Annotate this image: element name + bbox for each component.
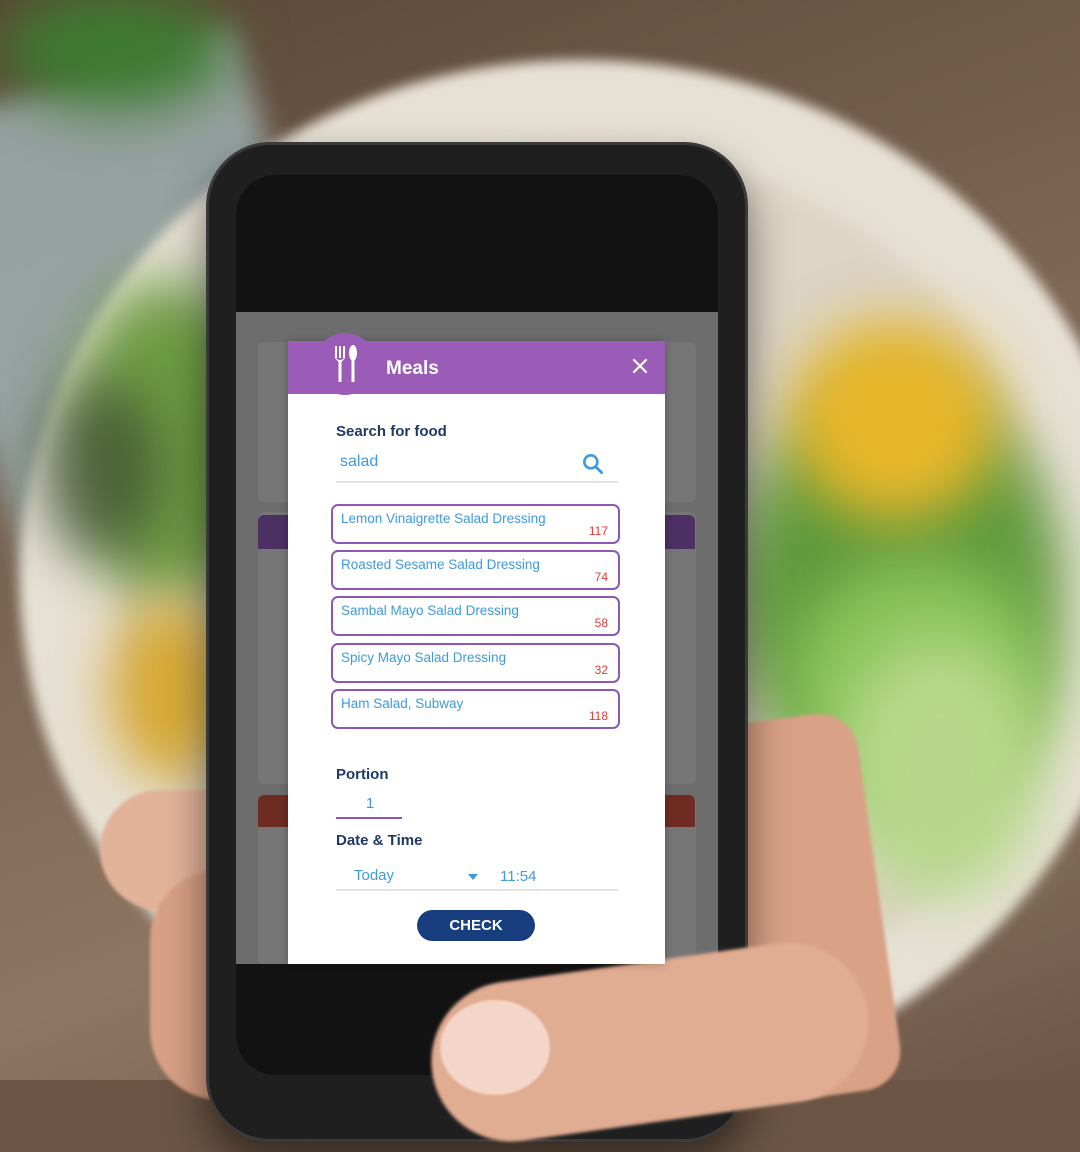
search-input[interactable] — [336, 449, 584, 475]
food-calories: 32 — [594, 663, 608, 677]
food-name: Roasted Sesame Salad Dressing — [341, 557, 540, 572]
background-card-header — [664, 515, 695, 549]
search-underline — [336, 481, 618, 483]
food-result-item[interactable]: Roasted Sesame Salad Dressing 74 — [331, 550, 620, 590]
food-result-item[interactable]: Lemon Vinaigrette Salad Dressing 117 — [331, 504, 620, 544]
food-calories: 117 — [588, 524, 608, 538]
food-name: Spicy Mayo Salad Dressing — [341, 650, 507, 665]
meals-dialog: Meals Search for food Lemon Vinaigrette … — [288, 333, 665, 964]
food-calories: 74 — [594, 570, 608, 584]
time-input[interactable] — [496, 863, 584, 889]
thumb-nail — [440, 1000, 550, 1095]
meals-badge — [314, 333, 376, 395]
portion-underline — [336, 817, 402, 819]
portion-label: Portion — [336, 766, 389, 783]
search-icon[interactable] — [580, 451, 606, 477]
yellow-pepper — [790, 320, 1000, 520]
check-button[interactable]: CHECK — [417, 910, 535, 941]
datetime-label: Date & Time — [336, 832, 423, 849]
date-value: Today — [354, 867, 395, 884]
portion-input[interactable] — [336, 791, 404, 815]
food-result-item[interactable]: Spicy Mayo Salad Dressing 32 — [331, 643, 620, 683]
background-card-header — [664, 795, 695, 827]
food-result-item[interactable]: Sambal Mayo Salad Dressing 58 — [331, 596, 620, 636]
food-calories: 118 — [588, 709, 608, 723]
fork-spoon-icon — [335, 345, 357, 382]
datetime-underline — [336, 889, 618, 891]
dropdown-caret-icon — [468, 874, 478, 880]
dialog-title: Meals — [386, 358, 439, 379]
food-name: Ham Salad, Subway — [341, 696, 464, 711]
close-icon[interactable] — [628, 354, 652, 378]
background-card-header — [258, 515, 288, 549]
background-card-header — [258, 795, 288, 827]
food-calories: 58 — [594, 616, 608, 630]
date-select[interactable]: Today — [336, 863, 486, 889]
dark-leaves — [40, 380, 160, 560]
food-result-item[interactable]: Ham Salad, Subway 118 — [331, 689, 620, 729]
food-name: Lemon Vinaigrette Salad Dressing — [341, 511, 546, 526]
food-name: Sambal Mayo Salad Dressing — [341, 603, 519, 618]
search-label: Search for food — [336, 423, 447, 440]
